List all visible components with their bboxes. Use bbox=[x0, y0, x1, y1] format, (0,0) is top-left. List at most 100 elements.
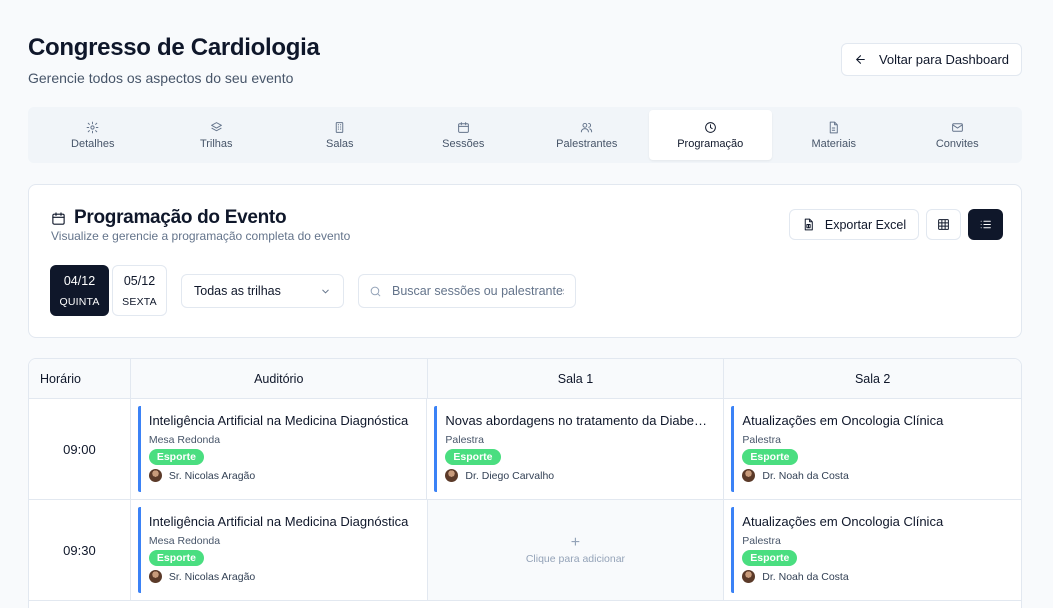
tab-label: Salas bbox=[325, 137, 354, 150]
tab-label: Sessões bbox=[442, 137, 485, 150]
session-type: Palestra bbox=[742, 434, 781, 446]
arrow-left-icon bbox=[855, 55, 865, 64]
day-date: 05/12 bbox=[123, 273, 156, 288]
search-input[interactable] bbox=[392, 284, 564, 298]
time-slot: 09:30 bbox=[29, 500, 131, 600]
schedule-grid: Horário Auditório Sala 1 Sala 2 09:00 In… bbox=[28, 358, 1022, 608]
avatar bbox=[742, 469, 756, 482]
tab-schedule[interactable]: Programação bbox=[648, 110, 772, 160]
schedule-cell: Inteligência Artificial na Medicina Diag… bbox=[131, 399, 428, 499]
page-subtitle: Gerencie todos os aspectos do seu evento bbox=[28, 70, 294, 86]
mail-icon bbox=[951, 122, 963, 132]
track-badge: Esporte bbox=[445, 449, 501, 465]
session-card[interactable]: Atualizações em Oncologia Clínica Palest… bbox=[731, 406, 1014, 492]
track-badge: Esporte bbox=[148, 550, 204, 566]
empty-slot-hint: Clique para adicionar bbox=[525, 553, 626, 565]
table-row: 09:00 Inteligência Artificial na Medicin… bbox=[29, 399, 1021, 500]
room-column-header: Auditório bbox=[131, 359, 428, 398]
day-date: 04/12 bbox=[63, 273, 96, 288]
clock-icon bbox=[704, 121, 716, 133]
day-selector-0[interactable]: 04/12 QUINTA bbox=[50, 265, 109, 316]
session-type: Mesa Redonda bbox=[148, 434, 221, 446]
tab-materials[interactable]: Materiais bbox=[772, 110, 896, 160]
tab-label: Materiais bbox=[811, 137, 857, 150]
schedule-cell: Inteligência Artificial na Medicina Diag… bbox=[131, 500, 428, 600]
session-title: Atualizações em Oncologia Clínica bbox=[742, 514, 944, 529]
tab-bar: Detalhes Trilhas Salas Sessões Palestran… bbox=[28, 107, 1022, 163]
tab-tracks[interactable]: Trilhas bbox=[155, 110, 279, 160]
session-speaker: Sr. Nicolas Aragão bbox=[148, 570, 412, 583]
calendar-icon bbox=[457, 121, 469, 133]
users-icon bbox=[581, 122, 593, 132]
calendar-icon bbox=[52, 211, 65, 225]
tab-speakers[interactable]: Palestrantes bbox=[525, 110, 649, 160]
search-icon bbox=[370, 286, 381, 296]
tab-label: Programação bbox=[677, 137, 744, 150]
tab-label: Convites bbox=[935, 137, 979, 150]
speaker-name: Dr. Noah da Costa bbox=[762, 570, 849, 583]
session-type: Mesa Redonda bbox=[148, 535, 221, 547]
file-icon bbox=[830, 121, 839, 133]
program-title: Programação do Evento bbox=[74, 207, 287, 228]
grid-icon bbox=[938, 219, 949, 230]
back-to-dashboard-button[interactable]: Voltar para Dashboard bbox=[841, 43, 1022, 76]
grid-header: Horário Auditório Sala 1 Sala 2 bbox=[29, 359, 1021, 399]
search-box bbox=[358, 274, 576, 308]
session-title: Inteligência Artificial na Medicina Diag… bbox=[148, 413, 409, 428]
layers-icon bbox=[210, 121, 222, 131]
list-view-button[interactable] bbox=[968, 209, 1003, 240]
empty-slot-add[interactable]: + Clique para adicionar bbox=[427, 500, 725, 600]
tab-label: Trilhas bbox=[199, 137, 233, 150]
gear-icon bbox=[86, 121, 99, 133]
speaker-name: Sr. Nicolas Aragão bbox=[168, 570, 256, 583]
session-type: Palestra bbox=[445, 434, 484, 446]
speaker-name: Dr. Noah da Costa bbox=[762, 469, 849, 482]
page-header: Congresso de Cardiologia Gerencie todos … bbox=[28, 34, 320, 86]
session-card[interactable]: Inteligência Artificial na Medicina Diag… bbox=[137, 507, 420, 593]
avatar bbox=[445, 469, 459, 482]
speaker-name: Sr. Nicolas Aragão bbox=[168, 469, 256, 482]
day-weekday: QUINTA bbox=[59, 295, 100, 308]
session-title: Atualizações em Oncologia Clínica bbox=[742, 413, 944, 428]
program-description: Visualize e gerencie a programação compl… bbox=[51, 229, 351, 243]
day-selector-1[interactable]: 05/12 SEXTA bbox=[112, 265, 167, 316]
speaker-name: Dr. Diego Carvalho bbox=[465, 469, 555, 482]
session-title: Inteligência Artificial na Medicina Diag… bbox=[148, 514, 409, 529]
tab-details[interactable]: Detalhes bbox=[31, 110, 155, 160]
room-column-header: Sala 2 bbox=[854, 371, 891, 386]
tab-label: Detalhes bbox=[71, 137, 115, 150]
export-excel-button[interactable]: Exportar Excel bbox=[789, 209, 919, 240]
track-filter-select[interactable]: Todas as trilhas bbox=[181, 274, 344, 308]
session-speaker: Dr. Noah da Costa bbox=[742, 469, 1006, 482]
file-spreadsheet-icon bbox=[804, 218, 813, 231]
avatar bbox=[742, 570, 756, 583]
track-badge: Esporte bbox=[742, 550, 798, 566]
time-slot: 09:00 bbox=[29, 399, 131, 499]
tab-label: Palestrantes bbox=[556, 137, 618, 150]
session-card[interactable]: Atualizações em Oncologia Clínica Palest… bbox=[731, 507, 1014, 593]
program-card: Programação do Evento Visualize e gerenc… bbox=[28, 184, 1022, 338]
track-badge: Esporte bbox=[742, 449, 798, 465]
tab-sessions[interactable]: Sessões bbox=[402, 110, 526, 160]
track-filter-value: Todas as trilhas bbox=[194, 284, 281, 298]
avatar bbox=[148, 570, 162, 583]
grid-view-button[interactable] bbox=[926, 209, 961, 240]
time-column-header: Horário bbox=[29, 359, 131, 398]
session-card[interactable]: Novas abordagens no tratamento da Diabet… bbox=[434, 406, 716, 492]
session-title: Novas abordagens no tratamento da Diabet… bbox=[445, 413, 709, 428]
room-column-header: Sala 1 bbox=[428, 359, 725, 398]
back-button-label: Voltar para Dashboard bbox=[878, 52, 1010, 67]
tab-invites[interactable]: Convites bbox=[896, 110, 1020, 160]
list-icon bbox=[980, 220, 991, 229]
building-icon bbox=[336, 121, 344, 133]
session-card[interactable]: Inteligência Artificial na Medicina Diag… bbox=[137, 406, 420, 492]
schedule-cell: Atualizações em Oncologia Clínica Palest… bbox=[724, 500, 1021, 600]
session-speaker: Sr. Nicolas Aragão bbox=[148, 469, 412, 482]
tab-rooms[interactable]: Salas bbox=[278, 110, 402, 160]
session-speaker: Dr. Noah da Costa bbox=[742, 570, 1006, 583]
program-title-row: Programação do Evento bbox=[51, 207, 287, 229]
schedule-cell: Novas abordagens no tratamento da Diabet… bbox=[427, 399, 725, 499]
session-speaker: Dr. Diego Carvalho bbox=[445, 469, 708, 482]
schedule-cell: Atualizações em Oncologia Clínica Palest… bbox=[724, 399, 1021, 499]
plus-icon: + bbox=[570, 534, 581, 551]
